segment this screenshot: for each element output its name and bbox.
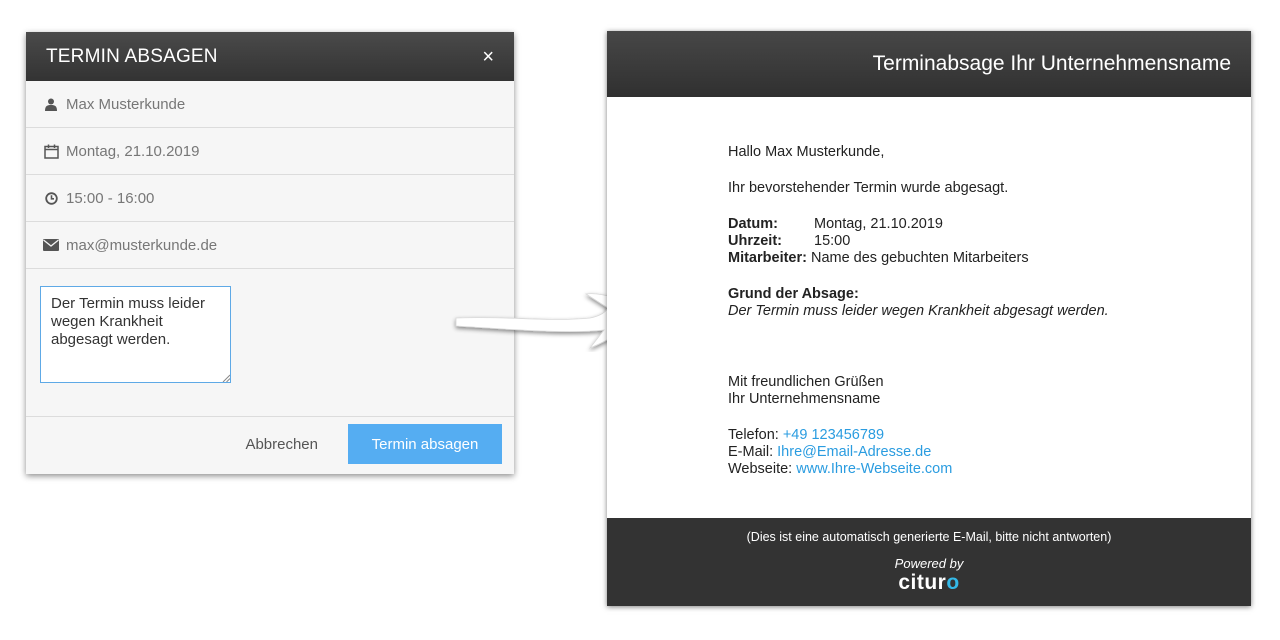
email-footer: (Dies ist eine automatisch generierte E-… — [607, 518, 1251, 606]
company-name: Ihr Unternehmensname — [728, 391, 881, 407]
calendar-icon — [40, 143, 62, 159]
dialog-title: TERMIN ABSAGEN — [46, 45, 218, 67]
contact-website: Webseite: www.Ihre-Webseite.com — [728, 461, 1251, 478]
email-row: max@musterkunde.de — [26, 222, 514, 269]
detail-time-value: 15:00 — [814, 233, 851, 249]
detail-date: Datum: Montag, 21.10.2019 — [728, 216, 1251, 233]
date-row: Montag, 21.10.2019 — [26, 128, 514, 175]
time-row: 15:00 - 16:00 — [26, 175, 514, 222]
reason-text: Der Termin muss leider wegen Krankheit a… — [728, 303, 1109, 319]
customer-email: max@musterkunde.de — [66, 236, 218, 254]
detail-time-label: Uhrzeit: — [728, 233, 782, 249]
phone-label: Telefon: — [728, 427, 779, 443]
appointment-details: Datum: Montag, 21.10.2019 Uhrzeit: 15:00… — [728, 216, 1251, 267]
email-preview: Terminabsage Ihr Unternehmensname Hallo … — [607, 31, 1251, 606]
email-greeting: Hallo Max Musterkunde, — [728, 144, 885, 160]
close-icon[interactable]: × — [482, 47, 494, 67]
customer-name: Max Musterkunde — [66, 95, 186, 113]
cancellation-reason-input[interactable] — [40, 286, 231, 383]
email-label: E-Mail: — [728, 444, 774, 460]
contact-email: E-Mail: Ihre@Email-Adresse.de — [728, 444, 1251, 461]
phone-link[interactable]: +49 123456789 — [783, 427, 884, 443]
cituro-logo: cituro — [607, 571, 1251, 595]
reason-label: Grund der Absage: — [728, 286, 859, 302]
detail-date-value: Montag, 21.10.2019 — [814, 216, 943, 232]
reason-block: Grund der Absage: Der Termin muss leider… — [728, 286, 1251, 320]
detail-staff-value: Name des gebuchten Mitarbeiters — [810, 250, 1029, 266]
auto-generated-note: (Dies ist eine automatisch generierte E-… — [746, 530, 1112, 544]
website-link[interactable]: www.Ihre-Webseite.com — [796, 461, 952, 477]
detail-staff-label: Mitarbeiter: — [728, 250, 807, 266]
detail-date-label: Datum: — [728, 216, 778, 232]
appointment-time: 15:00 - 16:00 — [66, 189, 155, 207]
envelope-icon — [40, 237, 62, 253]
dialog-footer: Abbrechen Termin absagen — [26, 414, 514, 474]
cancel-appointment-dialog: TERMIN ABSAGEN × Max Musterkunde Montag,… — [26, 32, 514, 474]
powered-by-text: Powered by — [894, 556, 964, 571]
email-body: Hallo Max Musterkunde, Ihr bevorstehende… — [607, 97, 1251, 478]
resize-grip-icon[interactable] — [222, 374, 230, 382]
brand-main: citur — [898, 571, 947, 594]
email-link[interactable]: Ihre@Email-Adresse.de — [777, 444, 931, 460]
closing-text: Mit freundlichen Grüßen — [728, 374, 884, 390]
confirm-cancel-button[interactable]: Termin absagen — [348, 424, 502, 464]
detail-time: Uhrzeit: 15:00 — [728, 233, 1251, 250]
cancel-button[interactable]: Abbrechen — [245, 436, 318, 453]
website-label: Webseite: — [728, 461, 793, 477]
contact-block: Telefon: +49 123456789 E-Mail: Ihre@Emai… — [728, 427, 1251, 478]
user-icon — [40, 96, 62, 112]
dialog-header: TERMIN ABSAGEN × — [26, 32, 514, 81]
email-header: Terminabsage Ihr Unternehmensname — [607, 31, 1251, 97]
brand-accent: o — [946, 571, 960, 594]
detail-staff: Mitarbeiter: Name des gebuchten Mitarbei… — [728, 250, 1251, 267]
email-intro: Ihr bevorstehender Termin wurde abgesagt… — [728, 180, 1009, 196]
clock-icon — [40, 190, 62, 206]
appointment-date: Montag, 21.10.2019 — [66, 142, 200, 160]
customer-name-row: Max Musterkunde — [26, 81, 514, 128]
signature-block: Mit freundlichen Grüßen Ihr Unternehmens… — [728, 374, 1251, 408]
contact-phone: Telefon: +49 123456789 — [728, 427, 1251, 444]
reason-section — [26, 269, 514, 417]
email-title: Terminabsage Ihr Unternehmensname — [872, 52, 1231, 75]
